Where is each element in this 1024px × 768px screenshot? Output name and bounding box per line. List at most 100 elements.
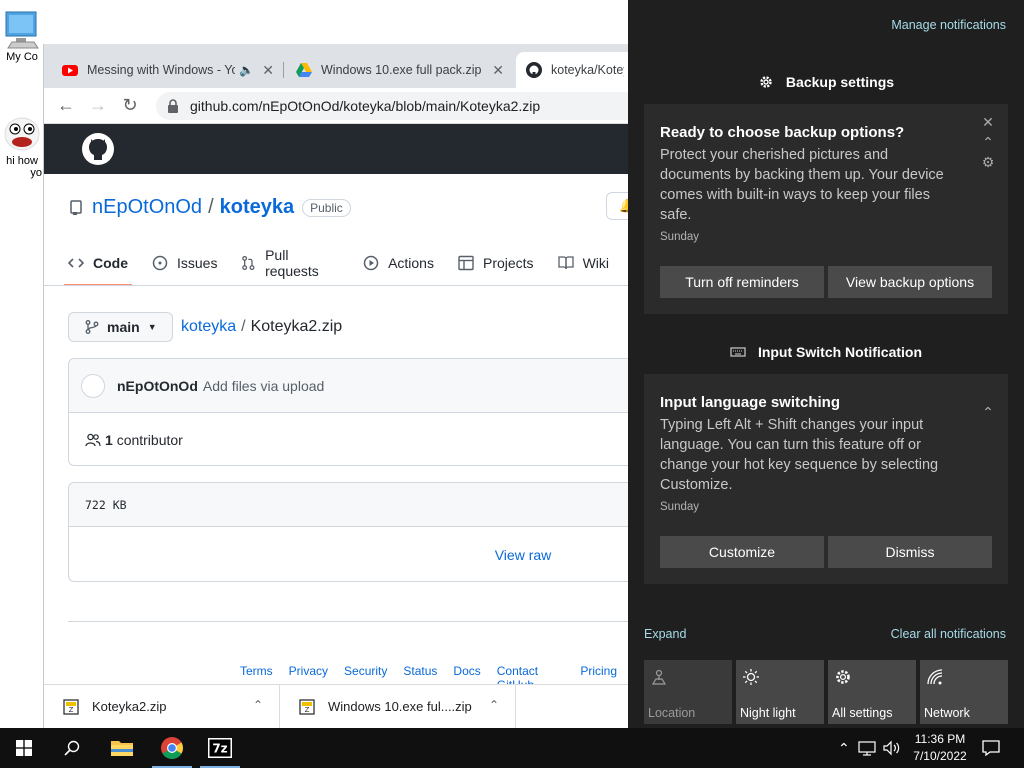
view-backup-options-button[interactable]: View backup options [828, 266, 992, 298]
desktop-icon-label: yo [30, 167, 42, 179]
close-icon[interactable]: ✕ [980, 114, 996, 131]
clock-time: 11:36 PM [914, 732, 966, 746]
address-bar[interactable]: github.com/nEpOtOnOd/koteyka/blob/main/K… [156, 92, 633, 120]
dismiss-button[interactable]: Dismiss [828, 536, 992, 568]
back-icon[interactable]: ← [50, 90, 82, 122]
tab-issues[interactable]: Issues [152, 240, 217, 286]
chevron-up-icon[interactable]: ⌃ [253, 698, 263, 712]
github-logo-icon[interactable] [82, 133, 114, 165]
close-tab-icon[interactable]: ✕ [492, 62, 504, 79]
tab-separator [283, 62, 284, 78]
repo-title: nEpOtOnOd / koteyka Public [68, 196, 351, 219]
volume-icon[interactable] [882, 740, 902, 756]
repo-owner-link[interactable]: nEpOtOnOd [92, 196, 202, 219]
7zip-taskbar-button[interactable]: 7z [196, 728, 244, 768]
start-button[interactable] [0, 728, 48, 768]
turn-off-reminders-button[interactable]: Turn off reminders [660, 266, 824, 298]
breadcrumb-file: Koteyka2.zip [250, 318, 343, 335]
google-drive-icon [296, 63, 312, 77]
download-name: Windows 10.exe ful....zip [328, 699, 472, 714]
quick-action-all-settings[interactable]: All settings [828, 660, 916, 724]
commit-box: nEpOtOnOd Add files via upload 1 contrib… [68, 358, 648, 466]
browser-tab[interactable]: Messing with Windows - Yo 🔈 ✕ [52, 52, 284, 88]
tabs-divider [44, 285, 633, 286]
quick-action-location[interactable]: Location [644, 660, 732, 724]
speaker-icon[interactable]: 🔈 [239, 63, 254, 77]
branch-icon [85, 320, 99, 334]
download-item[interactable]: Z Windows 10.exe ful....zip ⌃ [280, 684, 516, 729]
quick-action-night-light[interactable]: Night light [736, 660, 824, 724]
backup-notification[interactable]: Ready to choose backup options? Protect … [644, 104, 1008, 314]
search-button[interactable] [48, 728, 96, 768]
repo-nav-tabs: Code Issues Pull requests Actions Projec… [64, 240, 633, 286]
tab-label: Wiki [582, 255, 609, 271]
lock-icon [168, 99, 178, 113]
close-tab-icon[interactable]: ✕ [262, 62, 274, 79]
notification-group-header[interactable]: Input Switch Notification [628, 344, 1024, 360]
people-icon [85, 433, 101, 447]
quick-action-label: Night light [740, 706, 796, 720]
view-raw-label: View raw [494, 546, 552, 563]
file-breadcrumb: koteyka / Koteyka2.zip [181, 318, 342, 336]
network-status-icon[interactable] [858, 740, 876, 756]
search-icon [64, 740, 80, 756]
issue-icon [152, 255, 168, 271]
chrome-taskbar-button[interactable] [148, 728, 196, 768]
quick-action-network[interactable]: Network [920, 660, 1008, 724]
visibility-badge: Public [302, 198, 351, 217]
contributors-row[interactable]: 1 contributor [69, 413, 647, 467]
clock[interactable]: 11:36 PM 7/10/2022 [905, 731, 975, 765]
tab-label: Code [93, 255, 128, 271]
customize-button[interactable]: Customize [660, 536, 824, 568]
repo-title-separator: / [208, 196, 214, 218]
tab-projects[interactable]: Projects [458, 240, 534, 286]
reload-icon[interactable]: ↻ [114, 90, 146, 122]
expand-link[interactable]: Expand [644, 627, 686, 641]
tab-wiki[interactable]: Wiki [557, 240, 609, 286]
taskbar: 7z ⌃ 11:36 PM 7/10/2022 [0, 728, 1024, 768]
quick-action-label: Location [648, 706, 696, 720]
clear-all-notifications-link[interactable]: Clear all notifications [891, 627, 1006, 641]
breadcrumb-repo-link[interactable]: koteyka [181, 318, 236, 335]
manage-notifications-link[interactable]: Manage notifications [891, 18, 1006, 32]
tab-label: Pull requests [265, 247, 319, 279]
tab-label: Issues [177, 255, 218, 271]
file-explorer-button[interactable] [98, 728, 146, 768]
browser-tab[interactable]: Windows 10.exe full pack.zip - G ✕ [286, 52, 514, 88]
notification-group-header[interactable]: Backup settings [628, 74, 1024, 90]
chevron-up-icon[interactable]: ⌃ [489, 698, 499, 712]
footer-divider [68, 621, 633, 622]
play-icon [363, 255, 379, 271]
tab-actions[interactable]: Actions [363, 240, 434, 286]
zip-file-icon: Z [299, 698, 315, 715]
gear-icon[interactable]: ⚙ [980, 154, 996, 171]
chevron-up-icon[interactable]: ⌃ [980, 404, 996, 421]
url-text: github.com/nEpOtOnOd/koteyka/blob/main/K… [190, 98, 541, 114]
browser-toolbar: ← → ↻ github.com/nEpOtOnOd/koteyka/blob/… [44, 88, 633, 124]
tab-code[interactable]: Code [64, 240, 132, 286]
contributors-count: 1 [105, 432, 113, 448]
file-size: 722 KB [69, 483, 647, 527]
code-icon [68, 258, 84, 268]
commit-author[interactable]: nEpOtOnOd [117, 378, 198, 394]
browser-tab-active[interactable]: koteyka/Kotey [516, 52, 634, 88]
view-raw-link[interactable]: View raw [69, 527, 647, 582]
desktop-icon-shortcut[interactable]: hi how yo [0, 112, 44, 179]
download-item[interactable]: Z Koteyka2.zip ⌃ [44, 684, 280, 729]
branch-name: main [107, 319, 140, 335]
action-center-button[interactable] [968, 728, 1014, 768]
input-switch-notification[interactable]: Input language switching Typing Left Alt… [644, 374, 1008, 584]
chevron-up-icon[interactable]: ⌃ [980, 134, 996, 151]
avatar[interactable] [81, 373, 105, 398]
desktop-icon-my-computer[interactable]: My Co [0, 8, 44, 63]
tab-label: Projects [482, 255, 534, 271]
forward-icon[interactable]: → [82, 90, 114, 122]
chevron-up-icon[interactable]: ⌃ [838, 740, 850, 757]
branch-selector[interactable]: main ▼ [68, 312, 173, 342]
notification-time: Sunday [660, 231, 700, 243]
table-icon [458, 255, 474, 271]
tab-pull-requests[interactable]: Pull requests [241, 240, 339, 286]
repo-name-link[interactable]: koteyka [220, 196, 295, 219]
book-icon [557, 256, 574, 270]
commit-message[interactable]: Add files via upload [203, 378, 324, 394]
